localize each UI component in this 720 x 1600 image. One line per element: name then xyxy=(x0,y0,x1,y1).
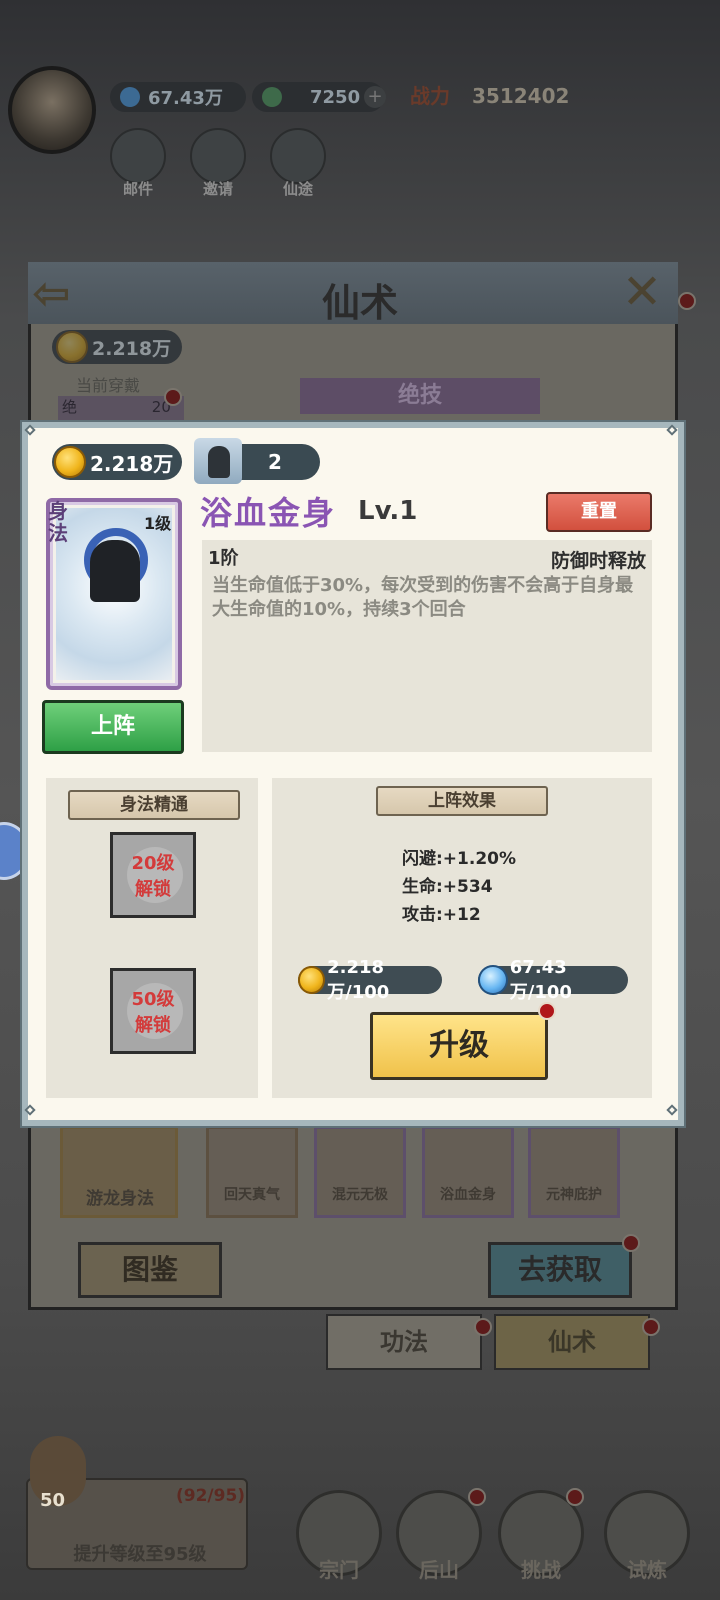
spirit-stone-icon xyxy=(478,965,508,995)
notification-dot xyxy=(622,1234,640,1252)
stat-hp: 生命:+534 xyxy=(402,877,493,897)
upgrade-button[interactable]: 升级 xyxy=(370,1012,548,1080)
lock-text: 50级 解锁 xyxy=(131,989,175,1036)
skill-card-level: 1级 xyxy=(144,514,172,533)
coin-cost: 2.218万/100 xyxy=(298,957,442,1003)
lock-text: 20级 解锁 xyxy=(131,853,175,900)
mail-label: 邮件 xyxy=(122,180,153,198)
journey-icon[interactable] xyxy=(270,128,326,184)
player-avatar[interactable] xyxy=(8,66,96,154)
fragment-count: 2 xyxy=(268,450,282,474)
spirit-stone-counter: 67.43万 xyxy=(110,82,246,112)
effects-title: 上阵效果 xyxy=(376,786,548,816)
skill-stage: 1阶 xyxy=(208,548,239,569)
coin-icon xyxy=(298,966,326,994)
notification-dot xyxy=(642,1318,660,1336)
skill-level: Lv.1 xyxy=(358,496,418,526)
fragment-figure-icon xyxy=(208,446,230,478)
skill-description: 当生命值低于30%，每次受到的伤害不会高于自身最大生命值的10%，持续3个回合 xyxy=(212,575,634,620)
deploy-button[interactable]: 上阵 xyxy=(42,700,184,754)
notification-dot xyxy=(678,292,696,310)
dialog-title: 仙术 xyxy=(321,281,398,325)
stat-dodge: 闪避:+1.20% xyxy=(402,849,517,869)
popup-coin-counter: 2.218万 xyxy=(52,444,182,480)
notification-dot xyxy=(164,388,182,406)
skill-card-type: 身法 xyxy=(48,499,68,545)
coin-icon xyxy=(56,331,88,363)
spirit-cost: 67.43万/100 xyxy=(478,957,628,1003)
nav-trial-label: 试炼 xyxy=(627,1558,667,1582)
skill-tile-name: 游龙身法 xyxy=(86,1189,154,1209)
skill-trigger: 防御时释放 xyxy=(550,550,646,572)
back-arrow-icon[interactable]: ⇦ xyxy=(32,266,104,320)
close-icon[interactable]: ✕ xyxy=(614,264,670,320)
task-text: 提升等级至95级 xyxy=(73,1544,207,1565)
current-equipped-label: 当前穿戴 xyxy=(76,376,141,395)
player-level: 50 xyxy=(40,1490,66,1511)
reset-button[interactable]: 重置 xyxy=(546,492,652,532)
task-progress: (92/95) xyxy=(176,1486,246,1506)
power-value: 3512402 xyxy=(472,84,570,108)
notification-dot xyxy=(468,1488,486,1506)
skill-tile[interactable] xyxy=(422,1126,514,1218)
obtain-button[interactable]: 去获取 xyxy=(488,1242,632,1298)
skill-name: 浴血金身 xyxy=(200,494,337,532)
journey-label: 仙途 xyxy=(282,180,313,198)
power-label: 战力 xyxy=(410,84,450,108)
mastery-lock-slot[interactable]: 20级 解锁 xyxy=(110,832,196,918)
dialog-coin-counter: 2.218万 xyxy=(52,330,182,364)
tab-techniques[interactable]: 功法 xyxy=(326,1314,482,1370)
nav-challenge-label: 挑战 xyxy=(521,1558,561,1582)
mastery-title: 身法精通 xyxy=(68,790,240,820)
coin-icon xyxy=(54,446,86,478)
codex-button[interactable]: 图鉴 xyxy=(78,1242,222,1298)
skill-tile-name: 回天真气 xyxy=(224,1187,280,1203)
invite-label: 邀请 xyxy=(202,180,233,198)
upgrade-notification-dot xyxy=(538,1002,556,1020)
stat-attack: 攻击:+12 xyxy=(402,905,481,925)
notification-dot xyxy=(474,1318,492,1336)
jade-icon xyxy=(262,87,282,107)
meditating-figure-icon xyxy=(90,540,140,602)
invite-icon[interactable] xyxy=(190,128,246,184)
ultimate-tab[interactable]: 绝技 xyxy=(300,378,540,414)
nav-back-mountain-label: 后山 xyxy=(419,1558,459,1582)
skill-tile-name: 浴血金身 xyxy=(440,1187,496,1203)
skill-tile[interactable] xyxy=(528,1126,620,1218)
skill-tile-name: 元神庇护 xyxy=(546,1187,602,1203)
nav-sect-label: 宗门 xyxy=(319,1558,359,1582)
spirit-stone-icon xyxy=(120,87,140,107)
mastery-lock-slot[interactable]: 50级 解锁 xyxy=(110,968,196,1054)
skill-tile[interactable] xyxy=(206,1126,298,1218)
skill-tile[interactable] xyxy=(314,1126,406,1218)
add-jade-button[interactable]: + xyxy=(364,86,386,108)
skill-tile-name: 混元无极 xyxy=(332,1187,388,1203)
mail-icon[interactable] xyxy=(110,128,166,184)
notification-dot xyxy=(566,1488,584,1506)
tab-immortal-arts[interactable]: 仙术 xyxy=(494,1314,650,1370)
